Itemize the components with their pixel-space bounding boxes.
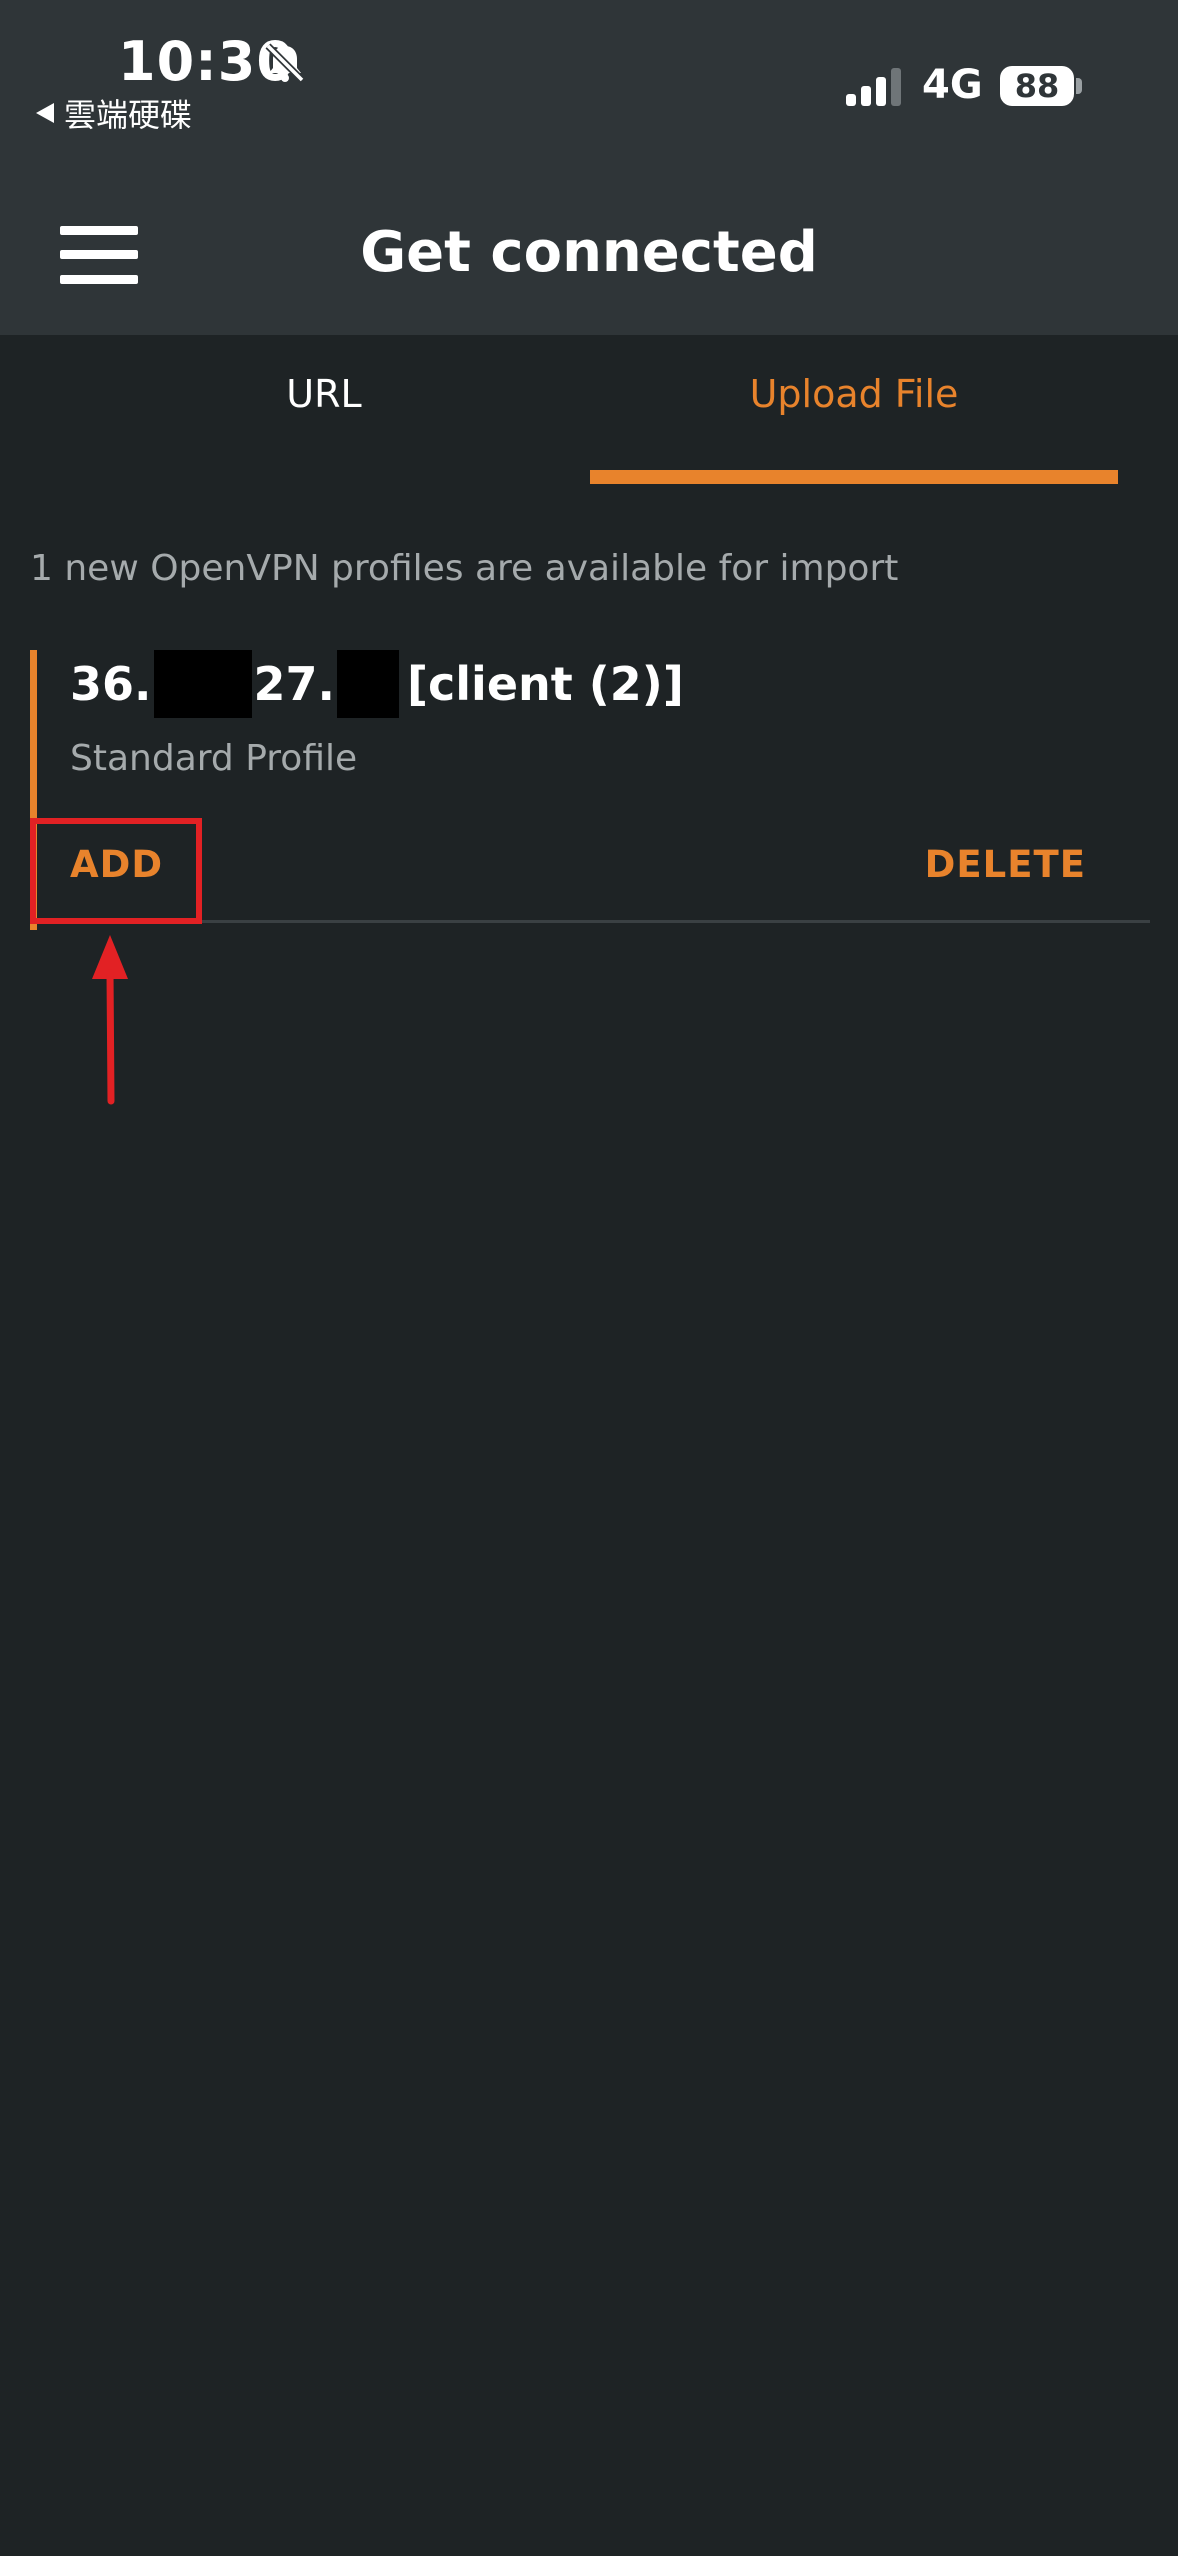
back-app-label: 雲端硬碟 — [64, 96, 193, 134]
annotation-highlight-box — [30, 818, 202, 924]
profile-title-part: 27. — [253, 657, 336, 711]
back-caret-icon — [36, 103, 54, 123]
profile-title-part: 36. — [70, 657, 152, 711]
delete-button[interactable]: DELETE — [925, 843, 1086, 886]
tab-url[interactable]: URL — [0, 372, 648, 416]
battery-level: 88 — [1000, 66, 1074, 106]
profile-subtitle: Standard Profile — [70, 738, 358, 779]
tab-upload-file[interactable]: Upload File — [590, 372, 1118, 416]
page-title: Get connected — [360, 220, 818, 285]
profile-title: 36. 27. [client (2)] — [70, 650, 684, 718]
profile-title-part: [client (2)] — [407, 657, 684, 711]
back-to-app-link[interactable]: 雲端硬碟 — [36, 90, 192, 136]
import-info-text: 1 new OpenVPN profiles are available for… — [30, 548, 899, 589]
bell-slash-icon — [265, 43, 305, 83]
redaction-block — [337, 650, 399, 718]
active-tab-indicator — [590, 470, 1118, 484]
battery-nub — [1076, 78, 1082, 94]
redaction-block — [153, 650, 252, 718]
cellular-signal-icon — [846, 68, 901, 106]
annotation-arrow-icon — [92, 935, 128, 1105]
network-type: 4G — [922, 62, 983, 108]
